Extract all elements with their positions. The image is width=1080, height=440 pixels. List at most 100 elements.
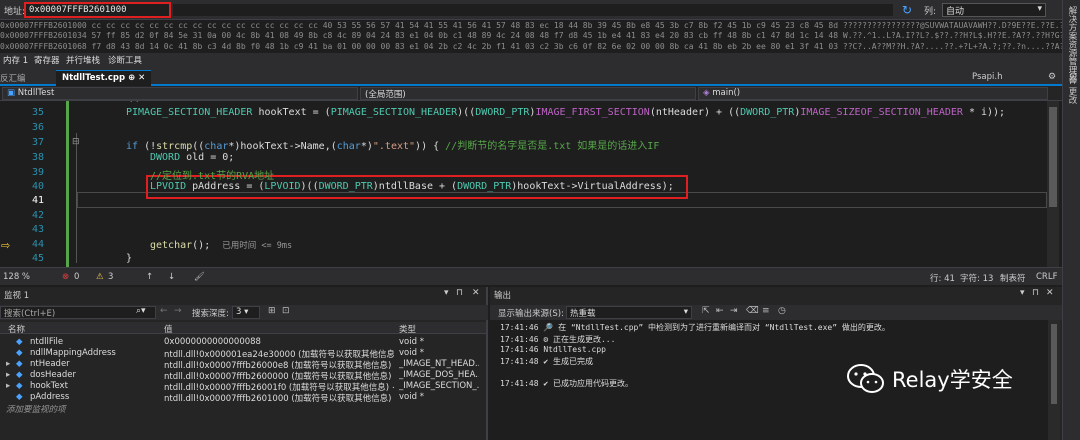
output-scrollbar-thumb[interactable] (1051, 324, 1057, 404)
column-header-type[interactable]: 类型 (399, 323, 416, 335)
scope-dropdown[interactable]: (全局范围) (360, 87, 696, 100)
arrow-down-icon[interactable]: ↓ (168, 272, 175, 282)
watch-value: 0x0000000000000088 (164, 337, 261, 347)
wrap-icon[interactable]: ≡ (762, 306, 770, 316)
tab-ntdlltest-cpp[interactable]: NtdllTest.cpp ⊕ ✕ (56, 70, 152, 86)
filter-icon[interactable]: ⊞ (268, 306, 276, 316)
columns-select[interactable]: 自动 ▾ (942, 3, 1046, 17)
dropdown-icon[interactable]: ▾ (1020, 288, 1025, 298)
warning-icon: ⚠ (96, 272, 104, 282)
line-ending[interactable]: CRLF (1036, 272, 1057, 282)
watch-row[interactable]: ◆ ndllMappingAddress ntdll.dll!0x000001ea2… (0, 348, 486, 360)
depth-select[interactable]: 3 ▾ (232, 306, 260, 319)
collapse-icon[interactable]: ⊟ (72, 137, 80, 147)
function-icon: ◈ (703, 88, 710, 98)
source-select[interactable]: 热重载 ▾ (566, 306, 692, 319)
code-line-38: DWORD old = 0; (150, 152, 234, 163)
code-text: if (!strcmp((char*)hookText->Name,(char*… (126, 141, 660, 152)
address-input[interactable]: 0x00007FFFB2601000 (24, 2, 171, 18)
pin-icon[interactable]: ⊓ (1032, 288, 1039, 298)
expand-icon[interactable]: ▸ (6, 381, 10, 391)
tab-parallel-stacks[interactable]: 并行堆栈 (66, 54, 100, 66)
add-watch-item[interactable]: 添加要监视的项 (0, 403, 486, 415)
tab-memory-1[interactable]: 内存 1 (3, 54, 28, 66)
close-icon[interactable]: ✕ (472, 288, 480, 298)
columns-label: 列: (924, 7, 937, 17)
pin-icon[interactable]: ⊓ (456, 288, 463, 298)
next-icon[interactable]: ⇥ (730, 306, 738, 316)
line-number: 39 (31, 167, 44, 178)
brush-icon[interactable]: 🖌 (194, 272, 205, 282)
watch-row[interactable]: ▸ ◆ dosHeader ntdll.dll!0x00007fffb2600000 … (0, 370, 486, 382)
address-dropdown-area[interactable] (173, 4, 893, 16)
tab-psapi-h[interactable]: Psapi.h (972, 72, 1002, 82)
find-icon[interactable]: ⇱ (702, 306, 710, 316)
clock-icon[interactable]: ◷ (778, 306, 786, 316)
output-line: 17:41:48 ✔ 生成已完成 (500, 357, 593, 366)
function-dropdown[interactable]: ◈ main() (698, 87, 1048, 100)
close-icon[interactable]: ✕ (138, 73, 145, 83)
depth-label: 搜索深度: (192, 309, 229, 319)
tab-disassembly[interactable]: 反汇编 (0, 72, 26, 84)
code-line-39: //定位到.txt节的RVA地址 (150, 167, 274, 182)
gear-icon[interactable]: ⚙ (1048, 72, 1056, 82)
error-count[interactable]: 0 (74, 272, 79, 282)
watch-row[interactable]: ▸ ◆ hookText ntdll.dll!0x00007fffb26001f0 (… (0, 381, 486, 393)
code-text: getchar(); (150, 240, 211, 251)
code-line-37: if (!strcmp((char*)hookText->Name,(char*… (126, 137, 659, 152)
output-line: 17:41:48 ✔ 已成功应用代码更改。 (500, 379, 633, 388)
watch-name: pAddress (30, 392, 70, 402)
watch-type: _IMAGE_NT_HEAD... (399, 359, 479, 369)
search-input[interactable]: 搜索(Ctrl+E) (0, 306, 156, 319)
back-icon[interactable]: ← (160, 306, 168, 316)
warning-count[interactable]: 3 (108, 272, 113, 282)
arrow-up-icon[interactable]: ↑ (146, 272, 153, 282)
project-icon: ▣ (7, 88, 16, 98)
project-name: NtdllTest (17, 88, 55, 98)
expand-icon[interactable]: ▸ (6, 359, 10, 369)
code-editor[interactable]: //···· ······· ⇨ 35 37 36 38 39 40 41 42… (0, 101, 1062, 267)
watch-row[interactable]: ▸ ◆ ntHeader ntdll.dll!0x00007fffb26000e8 (… (0, 359, 486, 371)
clear-icon[interactable]: ⌫ (746, 306, 759, 316)
code-line-40: LPVOID pAddress = (LPVOID)((DWORD_PTR)nt… (150, 181, 674, 192)
memory-address-bar: 地址: 0x00007FFFB2601000 ↻ 列: 自动 ▾ (0, 0, 1062, 20)
output-line: 17:41:46 🔎 在 “NtdllTest.cpp” 中检测到为了进行重新编… (500, 323, 890, 332)
tab-diagnostic-tools[interactable]: 诊断工具 (108, 54, 142, 66)
search-icon[interactable]: ⌕▾ (136, 306, 146, 316)
address-label: 地址: (4, 7, 26, 17)
line-number: 36 (31, 122, 44, 133)
pin-icon[interactable]: ⊕ (128, 73, 135, 83)
forward-icon[interactable]: → (174, 306, 182, 316)
watch-row[interactable]: ◆ ntdllFile 0x0000000000000088 void * (0, 337, 486, 348)
variable-icon: ◆ (16, 337, 23, 347)
refresh-icon[interactable]: ↻ (902, 3, 912, 17)
git-changes-tab[interactable]: Git 更改 (1066, 72, 1078, 104)
watch-name: ntHeader (30, 359, 70, 369)
line-number: 43 (31, 224, 44, 235)
line-number: 37 (31, 137, 44, 148)
variable-icon: ◆ (16, 392, 23, 402)
tab-registers[interactable]: 寄存器 (34, 54, 60, 66)
change-margin (66, 101, 69, 267)
watch-search-bar: 搜索(Ctrl+E) ⌕▾ ← → 搜索深度: 3 ▾ ⊞ ⊡ (0, 305, 488, 320)
variable-icon: ◆ (16, 348, 23, 358)
close-icon[interactable]: ✕ (1046, 288, 1054, 298)
expand-icon[interactable]: ▸ (6, 370, 10, 380)
column-header-name[interactable]: 名称 (8, 323, 25, 335)
editor-scrollbar-thumb[interactable] (1049, 107, 1057, 207)
chevron-down-icon: ▾ (1037, 4, 1042, 14)
indent-mode[interactable]: 制表符 (1000, 272, 1026, 284)
zoom-level[interactable]: 128 % (3, 272, 30, 282)
column-header-value[interactable]: 值 (164, 323, 173, 335)
prev-icon[interactable]: ⇤ (716, 306, 724, 316)
watch-row[interactable]: ◆ pAddress ntdll.dll!0x00007fffb2601000 (加… (0, 392, 486, 404)
project-dropdown[interactable]: ▣ NtdllTest (2, 87, 358, 100)
navigation-bar: ▣ NtdllTest (全局范围) ◈ main() (0, 86, 1062, 101)
debug-tab-bar: 内存 1 寄存器 并行堆栈 诊断工具 (0, 53, 1062, 67)
dropdown-icon[interactable]: ▾ (444, 288, 449, 298)
watermark: Relay学安全 (840, 358, 1050, 398)
line-number: 44 (31, 239, 44, 250)
filter2-icon[interactable]: ⊡ (282, 306, 290, 316)
cursor-char: 字符: 13 (960, 274, 994, 284)
code-text: DWORD old = 0; (150, 152, 235, 163)
